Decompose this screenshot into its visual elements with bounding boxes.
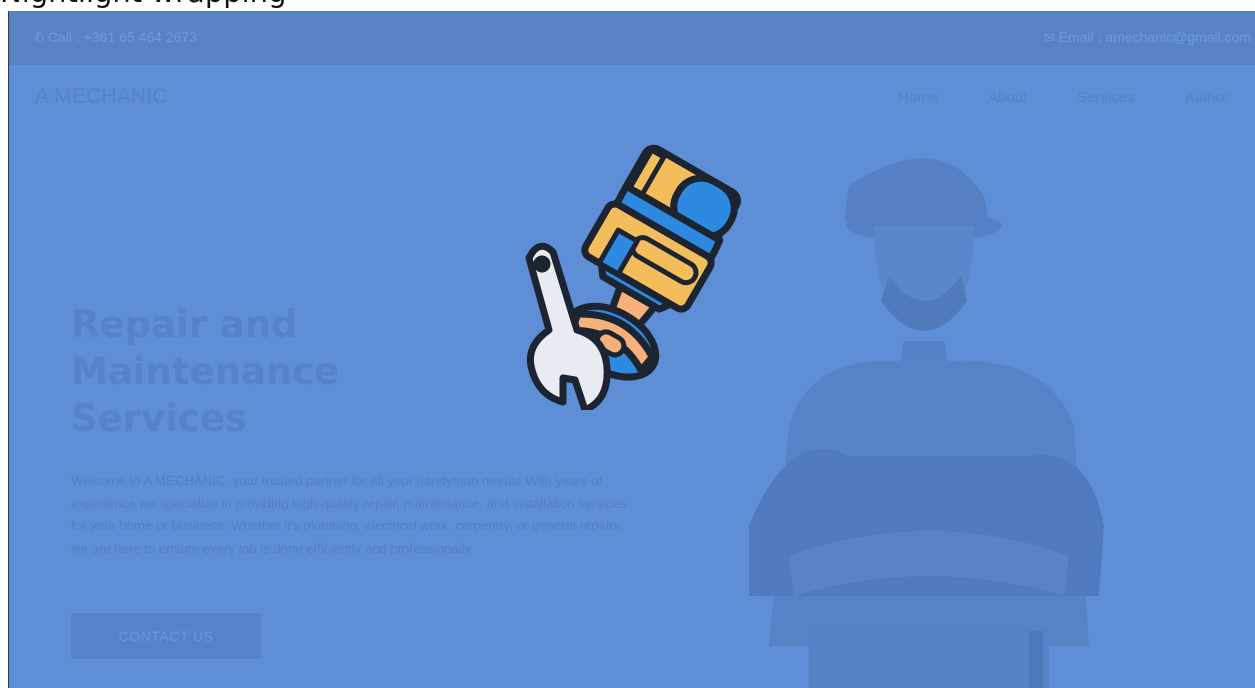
contact-topbar: ✆ Call : +381 65 464 2673 ✉ Email : amec… [9, 11, 1255, 65]
call-text: Call : +381 65 464 2673 [47, 29, 197, 45]
phone-icon: ✆ [33, 29, 44, 45]
envelope-icon: ✉ [1043, 29, 1055, 45]
wrench-and-drill-icon [525, 144, 741, 410]
email-info[interactable]: ✉ Email : amechanic@gmail.com [1044, 29, 1251, 45]
nav-about[interactable]: About [988, 89, 1027, 106]
call-info[interactable]: ✆ Call : +381 65 464 2673 [33, 29, 197, 45]
email-text: Email : amechanic@gmail.com [1058, 29, 1251, 45]
mechanic-image [749, 158, 1104, 688]
hero-description: Welcome to A MECHANIC, your trusted part… [71, 473, 627, 556]
nav-author[interactable]: Author [1185, 89, 1229, 106]
clipped-page-heading: Nightlight wrapping [0, 0, 286, 10]
nav-home[interactable]: Home [898, 89, 938, 106]
brand-logo[interactable]: A MECHANIC [35, 85, 168, 109]
hero-title: Repair and Maintenance Services [71, 303, 340, 440]
main-nav: Home About Services Author [848, 89, 1229, 106]
nav-services[interactable]: Services [1077, 89, 1135, 106]
contact-us-button[interactable]: CONTACT US [71, 613, 261, 659]
